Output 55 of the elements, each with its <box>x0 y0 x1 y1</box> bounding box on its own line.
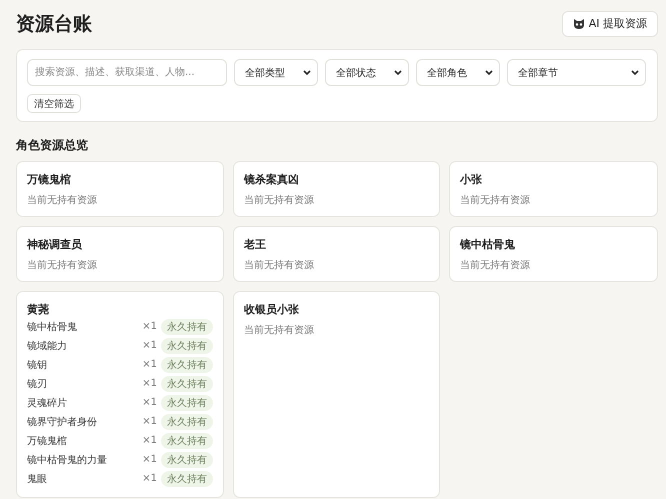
empty-text: 当前无持有资源 <box>460 194 531 207</box>
resource-count: ×1 <box>142 321 157 332</box>
empty-text: 当前无持有资源 <box>244 194 315 207</box>
filter-dropdown[interactable]: 全部状态 <box>325 59 409 86</box>
filter-dropdown[interactable]: 全部类型 <box>234 59 318 86</box>
empty-text: 当前无持有资源 <box>244 258 315 272</box>
page-title: 资源台账 <box>16 12 92 36</box>
clear-filters-button[interactable]: 清空筛选 <box>27 94 81 113</box>
character-name: 小张 <box>460 172 483 187</box>
filter-dropdown[interactable]: 全部角色 <box>416 59 500 86</box>
status-tag: 永久持有 <box>161 376 213 392</box>
resource-name: 鬼眼 <box>27 472 48 486</box>
filter-dropdown[interactable]: 全部章节 <box>507 59 646 86</box>
resource-name: 万镜鬼棺 <box>27 434 68 448</box>
resource-count: ×1 <box>142 454 157 465</box>
resource-count: ×1 <box>142 397 157 408</box>
resource-count: ×1 <box>142 416 157 427</box>
empty-text: 当前无持有资源 <box>27 194 98 207</box>
extract-button[interactable]: AI 提取资源 <box>562 10 658 36</box>
status-tag: 永久持有 <box>161 356 213 372</box>
chevron-icon <box>303 70 311 76</box>
status-tag: 永久持有 <box>161 318 213 334</box>
character-name: 黄荛 <box>27 302 50 317</box>
status-tag: 永久持有 <box>161 470 213 486</box>
resource-count: ×1 <box>142 378 157 389</box>
search-field[interactable]: 搜索资源、描述、获取渠道、人物... <box>27 59 227 86</box>
resource-name: 灵魂碎片 <box>27 396 68 410</box>
chevron-icon <box>485 70 493 76</box>
character-name: 收银员小张 <box>244 302 300 317</box>
status-tag: 永久持有 <box>161 452 213 468</box>
status-tag: 永久持有 <box>161 432 213 448</box>
empty-text: 当前无持有资源 <box>244 324 315 337</box>
chevron-icon <box>394 70 402 76</box>
empty-text: 当前无持有资源 <box>27 258 98 272</box>
status-tag: 永久持有 <box>161 338 213 354</box>
resource-name: 镜刃 <box>27 378 48 390</box>
resource-count: ×1 <box>142 340 157 351</box>
resource-name: 镜域能力 <box>27 340 68 352</box>
character-name: 神秘调查员 <box>27 237 83 252</box>
resource-name: 镜中枯骨鬼的力量 <box>27 454 108 466</box>
chevron-icon <box>631 70 639 76</box>
status-tag: 永久持有 <box>161 414 213 430</box>
resource-name: 镜钥 <box>27 358 48 372</box>
resource-count: ×1 <box>142 359 157 370</box>
status-tag: 永久持有 <box>161 394 213 410</box>
resource-count: ×1 <box>142 435 157 446</box>
section-title: 角色资源总览 <box>16 137 89 154</box>
character-name: 镜杀案真凶 <box>244 172 300 187</box>
resource-name: 镜界守护者身份 <box>27 416 98 428</box>
resource-count: ×1 <box>142 473 157 484</box>
empty-text: 当前无持有资源 <box>460 258 531 272</box>
character-name: 老王 <box>244 237 267 252</box>
character-name: 万镜鬼棺 <box>27 172 72 187</box>
character-name: 镜中枯骨鬼 <box>460 237 516 252</box>
resource-name: 镜中枯骨鬼 <box>27 320 78 334</box>
